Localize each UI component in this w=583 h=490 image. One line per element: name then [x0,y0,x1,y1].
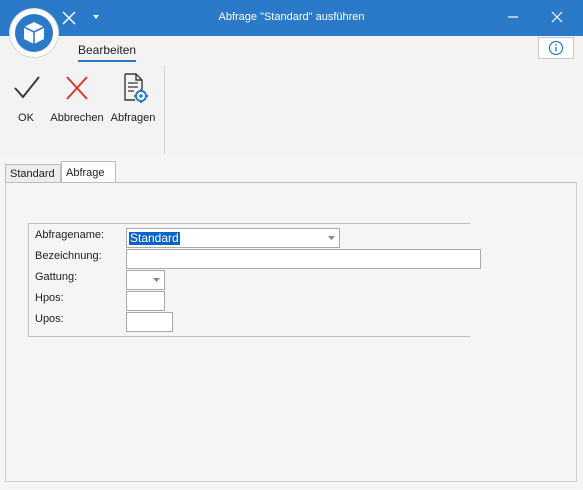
cancel-button[interactable]: Abbrechen [50,72,104,124]
close-tool-icon[interactable] [60,9,78,27]
query-button[interactable]: Abfragen [110,72,156,124]
tab-standard[interactable]: Standard [5,164,61,182]
upos-field[interactable] [126,312,173,332]
cancel-button-label: Abbrechen [50,112,104,124]
upos-label: Upos: [35,313,64,325]
window-title: Abfrage "Standard" ausführen [218,11,365,23]
gattung-combobox[interactable] [126,270,165,290]
abfragename-combobox[interactable]: Standard [126,228,340,248]
ribbon: Bearbeiten OK Abbrechen Abfragen [0,36,583,158]
abfragename-label: Abfragename: [35,229,105,241]
title-bar: Abfrage "Standard" ausführen [0,0,583,36]
ok-button-label: OK [18,112,34,124]
bezeichnung-field[interactable] [126,249,481,269]
info-button[interactable] [538,37,574,59]
ok-button[interactable]: OK [11,72,41,124]
gattung-label: Gattung: [35,271,78,283]
query-button-label: Abfragen [110,112,156,124]
tab-abfrage[interactable]: Abfrage [61,161,116,183]
ribbon-tab-bearbeiten[interactable]: Bearbeiten [78,43,137,62]
app-logo[interactable] [10,9,58,57]
window-close-icon[interactable] [550,10,564,24]
query-document-gear-icon [124,73,148,103]
minimize-icon[interactable] [506,10,520,24]
cancel-x-icon [66,76,88,100]
checkmark-icon [14,76,40,99]
content-area: Standard Abfrage Abfragename: Standard B… [0,157,583,490]
ribbon-separator [164,66,165,154]
chevron-down-icon[interactable] [328,236,335,241]
tab-panel-abfrage: Abfragename: Standard Bezeichnung: Gattu… [5,182,577,482]
bezeichnung-label: Bezeichnung: [35,250,102,262]
quick-access-dropdown-icon[interactable] [91,13,101,21]
info-icon [548,40,564,56]
query-field-group: Abfragename: Standard Bezeichnung: Gattu… [28,223,481,337]
chevron-down-icon[interactable] [153,278,160,283]
app-cube-icon [15,14,53,52]
hpos-field[interactable] [126,291,165,311]
abfragename-value: Standard [129,231,180,245]
hpos-label: Hpos: [35,292,64,304]
